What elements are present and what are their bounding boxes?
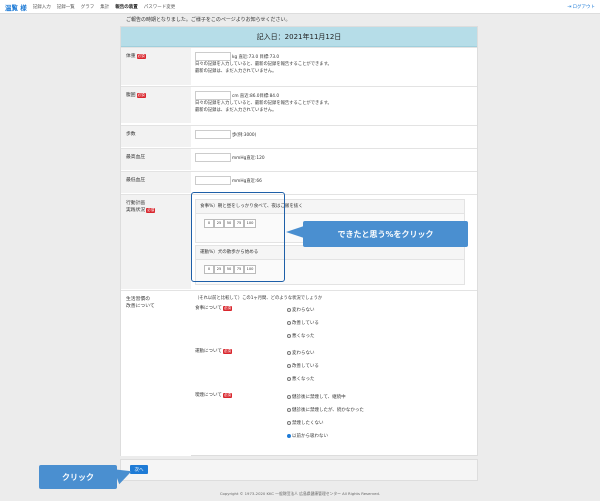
waist-label: 腹囲 必須 [121, 87, 191, 123]
logout-label: ログアウト [572, 4, 596, 10]
nav-graph[interactable]: グラフ [81, 4, 95, 10]
smoking-option-never[interactable]: 以前から吸わない [287, 433, 364, 439]
weight-unit: kg 直近:73.0 目標:73.0 [232, 55, 280, 60]
navbar: 温覧 様 記録入力 記録一覧 グラフ 集計 報告の装置 パスワード変更 ⇥ ログ… [0, 0, 600, 14]
waist-input[interactable] [195, 91, 231, 100]
habits-question: （それ以前と比較して）この1ヶ月間、どのような状況でしょうか [195, 296, 323, 301]
habits-content: （それ以前と比較して）この1ヶ月間、どのような状況でしょうか [195, 295, 473, 302]
weight-label: 体重 必須 [121, 48, 191, 85]
meal-option-improved[interactable]: 改善している [287, 320, 319, 326]
callout-click-percent: できたと思う%をクリック [303, 221, 468, 247]
steps-row: 歩数 歩(例:3000) [121, 125, 477, 147]
bp-high-label: 最高血圧 [121, 149, 191, 170]
bp-low-unit: mmHg直近:66 [232, 179, 262, 184]
radio-icon [287, 334, 291, 338]
radio-icon [287, 308, 291, 312]
logout-icon: ⇥ [567, 3, 572, 10]
smoking-option-no-quit[interactable]: 禁煙したくない [287, 420, 364, 426]
habit-meal-label: 食事について 必須 [195, 306, 232, 311]
required-badge: 必須 [136, 93, 146, 98]
bp-low-input[interactable] [195, 176, 231, 185]
radio-icon [287, 364, 291, 368]
logout-link[interactable]: ⇥ ログアウト [567, 4, 595, 10]
required-badge: 必須 [222, 393, 232, 398]
nav-report[interactable]: 報告の装置 [115, 4, 138, 10]
radio-icon [287, 351, 291, 355]
callout-click: クリック [39, 465, 117, 489]
date-header: 記入日：2021年11月12日 [121, 27, 477, 47]
required-badge: 必須 [222, 349, 232, 354]
required-badge: 必須 [136, 54, 146, 59]
copyright: Copyright © 1973-2020 KKC 一般財団法人 広島県健康管理… [219, 491, 381, 496]
waist-unit: cm 直近:86.0目標:84.0 [232, 94, 280, 99]
brand[interactable]: 温覧 様 [5, 2, 27, 12]
meal-option-worse[interactable]: 悪くなった [287, 333, 319, 339]
steps-input[interactable] [195, 130, 231, 139]
next-button[interactable]: 次へ [130, 465, 148, 474]
habits-row: 生活習慣の 改善について （それ以前と比較して）この1ヶ月間、どのような状況でし… [121, 290, 477, 456]
habits-label: 生活習慣の 改善について [121, 291, 191, 456]
form-footer [120, 459, 478, 481]
required-badge: 必須 [222, 306, 232, 311]
nav-record-list[interactable]: 記録一覧 [57, 4, 75, 10]
waist-hint-2: 最新の記録は、まだ入力されていません。 [195, 108, 277, 113]
nav-summary[interactable]: 集計 [100, 4, 109, 10]
bp-high-input[interactable] [195, 153, 231, 162]
exercise-option-improved[interactable]: 改善している [287, 363, 319, 369]
action-plan-highlight [191, 192, 285, 282]
required-badge: 必須 [146, 208, 156, 213]
smoking-option-quit-failed[interactable]: 健診後に禁煙したが、続かなかった [287, 407, 364, 413]
smoking-option-quit-continuing[interactable]: 健診後に禁煙して、継続中 [287, 394, 364, 400]
radio-icon [287, 321, 291, 325]
report-notice: ご報告の時期となりました。ご様子をこのページよりお知らせください。 [126, 17, 291, 23]
bp-low-row: 最低血圧 mmHg直近:66 [121, 171, 477, 193]
radio-checked-icon [287, 434, 291, 438]
nav-record-input[interactable]: 記録入力 [33, 4, 51, 10]
weight-input[interactable] [195, 52, 231, 61]
meal-option-unchanged[interactable]: 変わらない [287, 307, 319, 313]
exercise-option-worse[interactable]: 悪くなった [287, 376, 319, 382]
radio-icon [287, 395, 291, 399]
waist-hint-1: 日々の記録を入力していると、最新の記録を報告することができます。 [195, 101, 332, 106]
habit-meal-options: 変わらない 改善している 悪くなった [287, 307, 319, 346]
steps-label: 歩数 [121, 126, 191, 147]
radio-icon [287, 408, 291, 412]
weight-hint-2: 最新の記録は、まだ入力されていません。 [195, 69, 277, 74]
habit-smoking-label: 喫煙について 必須 [195, 393, 232, 398]
bp-high-unit: mmHg直近:120 [232, 156, 265, 161]
weight-hint-1: 日々の記録を入力していると、最新の記録を報告することができます。 [195, 62, 332, 67]
waist-row: 腹囲 必須 cm 直近:86.0目標:84.0 日々の記録を入力していると、最新の… [121, 86, 477, 123]
bp-high-row: 最高血圧 mmHg直近:120 [121, 148, 477, 170]
habit-exercise-options: 変わらない 改善している 悪くなった [287, 350, 319, 389]
bp-low-label: 最低血圧 [121, 172, 191, 193]
action-plan-label: 行動計画 実践状況 必須 [121, 195, 191, 289]
habit-smoking-options: 健診後に禁煙して、継続中 健診後に禁煙したが、続かなかった 禁煙したくない 以前… [287, 394, 364, 446]
habit-exercise-label: 運動について 必須 [195, 349, 232, 354]
callout-arrow-icon [286, 226, 304, 238]
nav-password-change[interactable]: パスワード変更 [144, 4, 176, 10]
steps-unit: 歩(例:3000) [232, 133, 257, 138]
exercise-option-unchanged[interactable]: 変わらない [287, 350, 319, 356]
weight-row: 体重 必須 kg 直近:73.0 目標:73.0 日々の記録を入力していると、最新… [121, 47, 477, 85]
radio-icon [287, 421, 291, 425]
radio-icon [287, 377, 291, 381]
